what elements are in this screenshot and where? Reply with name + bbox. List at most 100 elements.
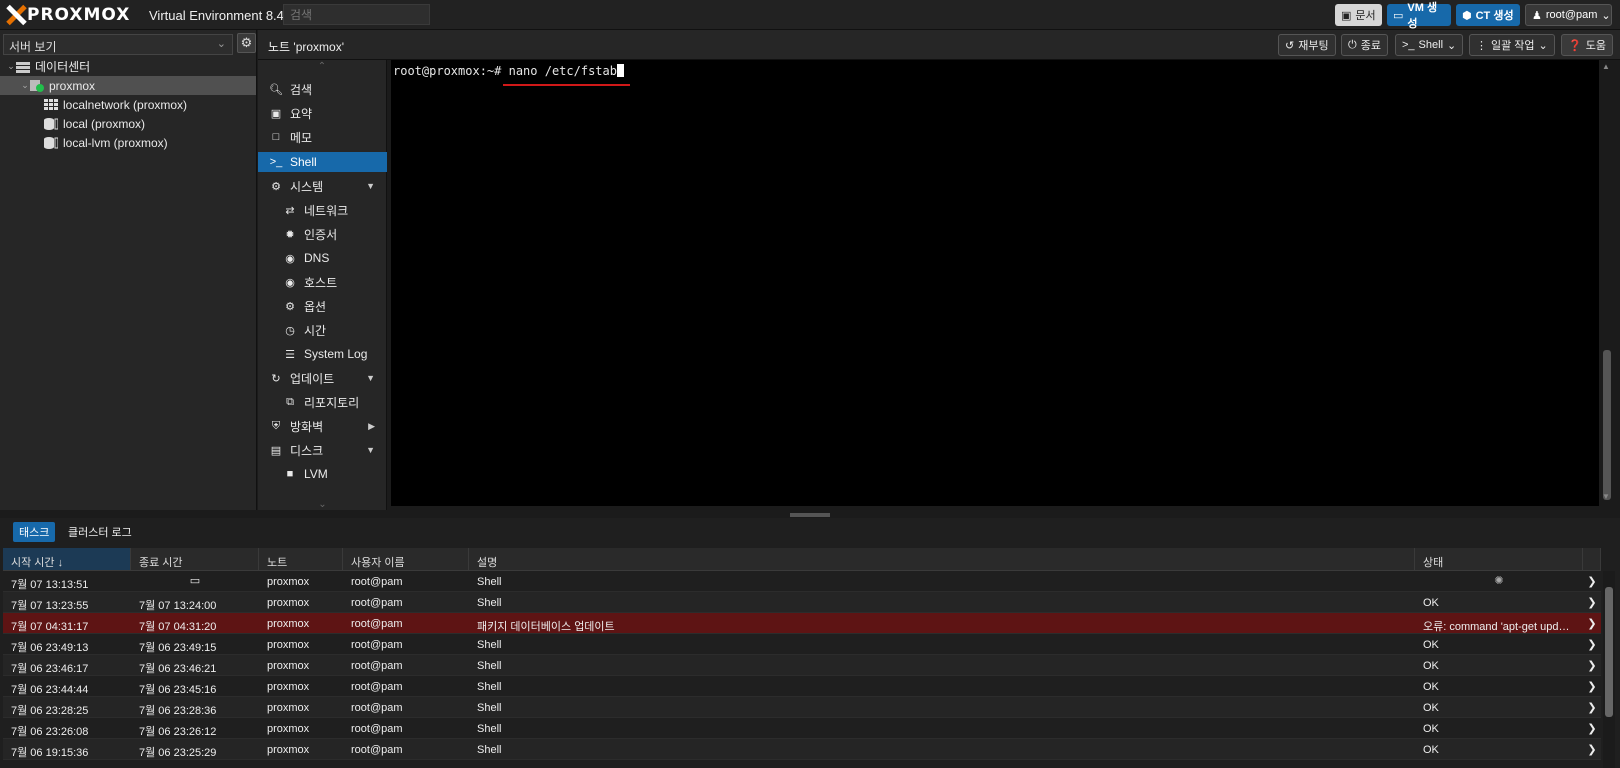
bulk-actions-button[interactable]: ⋮ 일괄 작업 ⌄ [1469,34,1555,56]
cell-start: 7월 06 19:15:36 [11,747,89,759]
task-grid-scrollbar[interactable] [1603,571,1615,768]
content-header: 노트 'proxmox' ↺ 재부팅 ⏻ 종료 >_ Shell ⌄ ⋮ 일괄 … [258,30,1620,60]
tab-cluster-log[interactable]: 클러스터 로그 [62,522,138,542]
chevron-right-icon[interactable]: ❯ [1583,634,1601,654]
tree-item-node-proxmox[interactable]: ⌄ proxmox [0,76,256,95]
expand-icon[interactable]: ⌄ [20,80,30,91]
monitor-icon: ▭ [189,575,201,587]
nav-item-updates[interactable]: ↻ 업데이트 ▼ [258,368,387,388]
scroll-up-icon[interactable]: ▲ [1602,62,1610,71]
server-view-select[interactable]: 서버 보기 ⌄ [3,34,233,55]
column-start-time[interactable]: 시작 시간 ↓ [3,548,131,570]
page-title: 노트 'proxmox' [268,40,345,54]
cell-node: proxmox [267,660,310,672]
table-row[interactable]: 7월 07 13:23:55 7월 07 13:24:00 proxmox ro… [3,592,1601,613]
chevron-right-icon[interactable]: ❯ [1583,571,1601,591]
scroll-down-icon[interactable]: ▼ [1602,492,1610,501]
shell-button[interactable]: >_ Shell ⌄ [1395,34,1464,56]
gear-icon: ⚙ [285,300,295,313]
cell-description: Shell [477,723,502,735]
shell-terminal[interactable]: root@proxmox:~# nano /etc/fstab [391,60,1599,506]
tree-item-local-storage[interactable]: local (proxmox) [0,114,256,133]
chevron-right-icon[interactable]: ❯ [1583,592,1601,612]
scroll-up-icon[interactable]: ⌃ [258,60,386,76]
chevron-down-icon: ⌄ [1538,39,1548,52]
splitter-grip[interactable] [790,513,830,517]
nav-item-label: 요약 [290,106,313,121]
tree-item-local-lvm-storage[interactable]: local-lvm (proxmox) [0,133,256,152]
resource-tree-panel: 서버 보기 ⌄ ⚙ ⌄ 데이터센터 ⌄ proxmox localnetwork… [0,30,257,520]
book-icon: ▣ [1341,9,1352,22]
square-icon: ■ [286,468,294,480]
search-input[interactable] [283,4,430,25]
scrollbar-thumb[interactable] [1603,350,1611,500]
chevron-down-icon: ⌄ [1601,9,1611,22]
cell-user: root@pam [351,744,403,756]
tree-item-datacenter[interactable]: ⌄ 데이터센터 [0,57,256,76]
nav-item-firewall[interactable]: ⛨ 방화벽 ▶ [258,416,387,436]
nav-item-certificates[interactable]: ✹ 인증서 [258,224,387,244]
table-row[interactable]: 7월 06 23:46:17 7월 06 23:46:21 proxmox ro… [3,655,1601,676]
create-vm-button[interactable]: ▭ VM 생성 [1387,2,1451,30]
scrollbar-thumb[interactable] [1605,587,1613,717]
proxmox-logo[interactable]: PROXMOX [6,5,130,25]
cell-node: proxmox [267,618,310,630]
user-menu-button[interactable]: ♟ root@pam ⌄ [1525,4,1612,26]
tree-item-label: 데이터센터 [35,60,91,74]
cell-node: proxmox [267,681,310,693]
nav-item-repositories[interactable]: ⧉ 리포지토리 [258,392,387,412]
table-row[interactable]: 7월 06 19:15:36 7월 06 23:25:29 proxmox ro… [3,739,1601,760]
terminal-line: root@proxmox:~# nano /etc/fstab [393,64,624,78]
nav-item-system[interactable]: ⚙ 시스템 ▼ [258,176,387,196]
cell-start: 7월 06 23:28:25 [11,705,89,717]
chevron-right-icon[interactable]: ❯ [1583,697,1601,717]
nav-item-time[interactable]: ◷ 시간 [258,320,387,340]
cell-start: 7월 06 23:46:17 [11,663,89,675]
table-row[interactable]: 7월 06 23:49:13 7월 06 23:49:15 proxmox ro… [3,634,1601,655]
tab-tasks[interactable]: 태스크 [13,522,56,542]
chevron-right-icon[interactable]: ❯ [1583,739,1601,759]
nav-item-label: 메모 [290,130,313,145]
nav-item-disks[interactable]: ▤ 디스크 ▼ [258,440,387,460]
column-status[interactable]: 상태 [1415,548,1583,570]
reboot-button[interactable]: ↺ 재부팅 [1278,34,1336,56]
chevron-right-icon[interactable]: ❯ [1583,718,1601,738]
cell-node: proxmox [267,723,310,735]
nav-item-summary[interactable]: ▣ 요약 [258,103,387,123]
cell-start: 7월 06 23:44:44 [11,684,89,696]
nav-item-search[interactable]: 🔍︎ 검색 [258,79,387,99]
table-row[interactable]: 7월 06 23:26:08 7월 06 23:26:12 proxmox ro… [3,718,1601,739]
table-row[interactable]: 7월 07 13:13:51 ▭ proxmox root@pam Shell … [3,571,1601,592]
nav-item-hosts[interactable]: ◉ 호스트 [258,272,387,292]
table-row[interactable]: 7월 06 23:28:25 7월 06 23:28:36 proxmox ro… [3,697,1601,718]
chevron-right-icon[interactable]: ❯ [1583,655,1601,675]
cube-icon: ⬢ [1462,9,1472,22]
expand-icon[interactable]: ⌄ [6,61,16,72]
nav-item-notes[interactable]: □ 메모 [258,127,387,147]
terminal-scrollbar[interactable]: ▲ ▼ [1600,60,1614,506]
nav-item-shell[interactable]: >_ Shell [258,152,387,172]
cell-description: Shell [477,702,502,714]
shutdown-label: 종료 [1360,40,1381,52]
chevron-right-icon[interactable]: ❯ [1583,676,1601,696]
table-row-error[interactable]: 7월 07 04:31:17 7월 07 04:31:20 proxmox ro… [3,613,1601,634]
help-button[interactable]: ❓ 도움 [1561,34,1613,56]
nav-item-network[interactable]: ⇄ 네트워크 [258,200,387,220]
column-end-time[interactable]: 종료 시간 [131,548,259,570]
tree-settings-button[interactable]: ⚙ [237,33,256,53]
column-node[interactable]: 노트 [259,548,343,570]
table-row[interactable]: 7월 06 23:44:44 7월 06 23:45:16 proxmox ro… [3,676,1601,697]
shutdown-button[interactable]: ⏻ 종료 [1341,34,1388,56]
cell-user: root@pam [351,660,403,672]
nav-item-system-log[interactable]: ☰ System Log [258,344,387,364]
nav-item-dns[interactable]: ◉ DNS [258,248,387,268]
docs-button[interactable]: ▣ 문서 [1335,4,1382,26]
chevron-right-icon[interactable]: ❯ [1583,613,1601,633]
nav-item-options[interactable]: ⚙ 옵션 [258,296,387,316]
nav-item-lvm[interactable]: ■ LVM [258,464,387,484]
column-description[interactable]: 설명 [469,548,1415,570]
tree-item-localnetwork[interactable]: localnetwork (proxmox) [0,95,256,114]
create-ct-button[interactable]: ⬢ CT 생성 [1456,4,1520,26]
panel-splitter[interactable] [0,510,1620,518]
column-user[interactable]: 사용자 이름 [343,548,469,570]
